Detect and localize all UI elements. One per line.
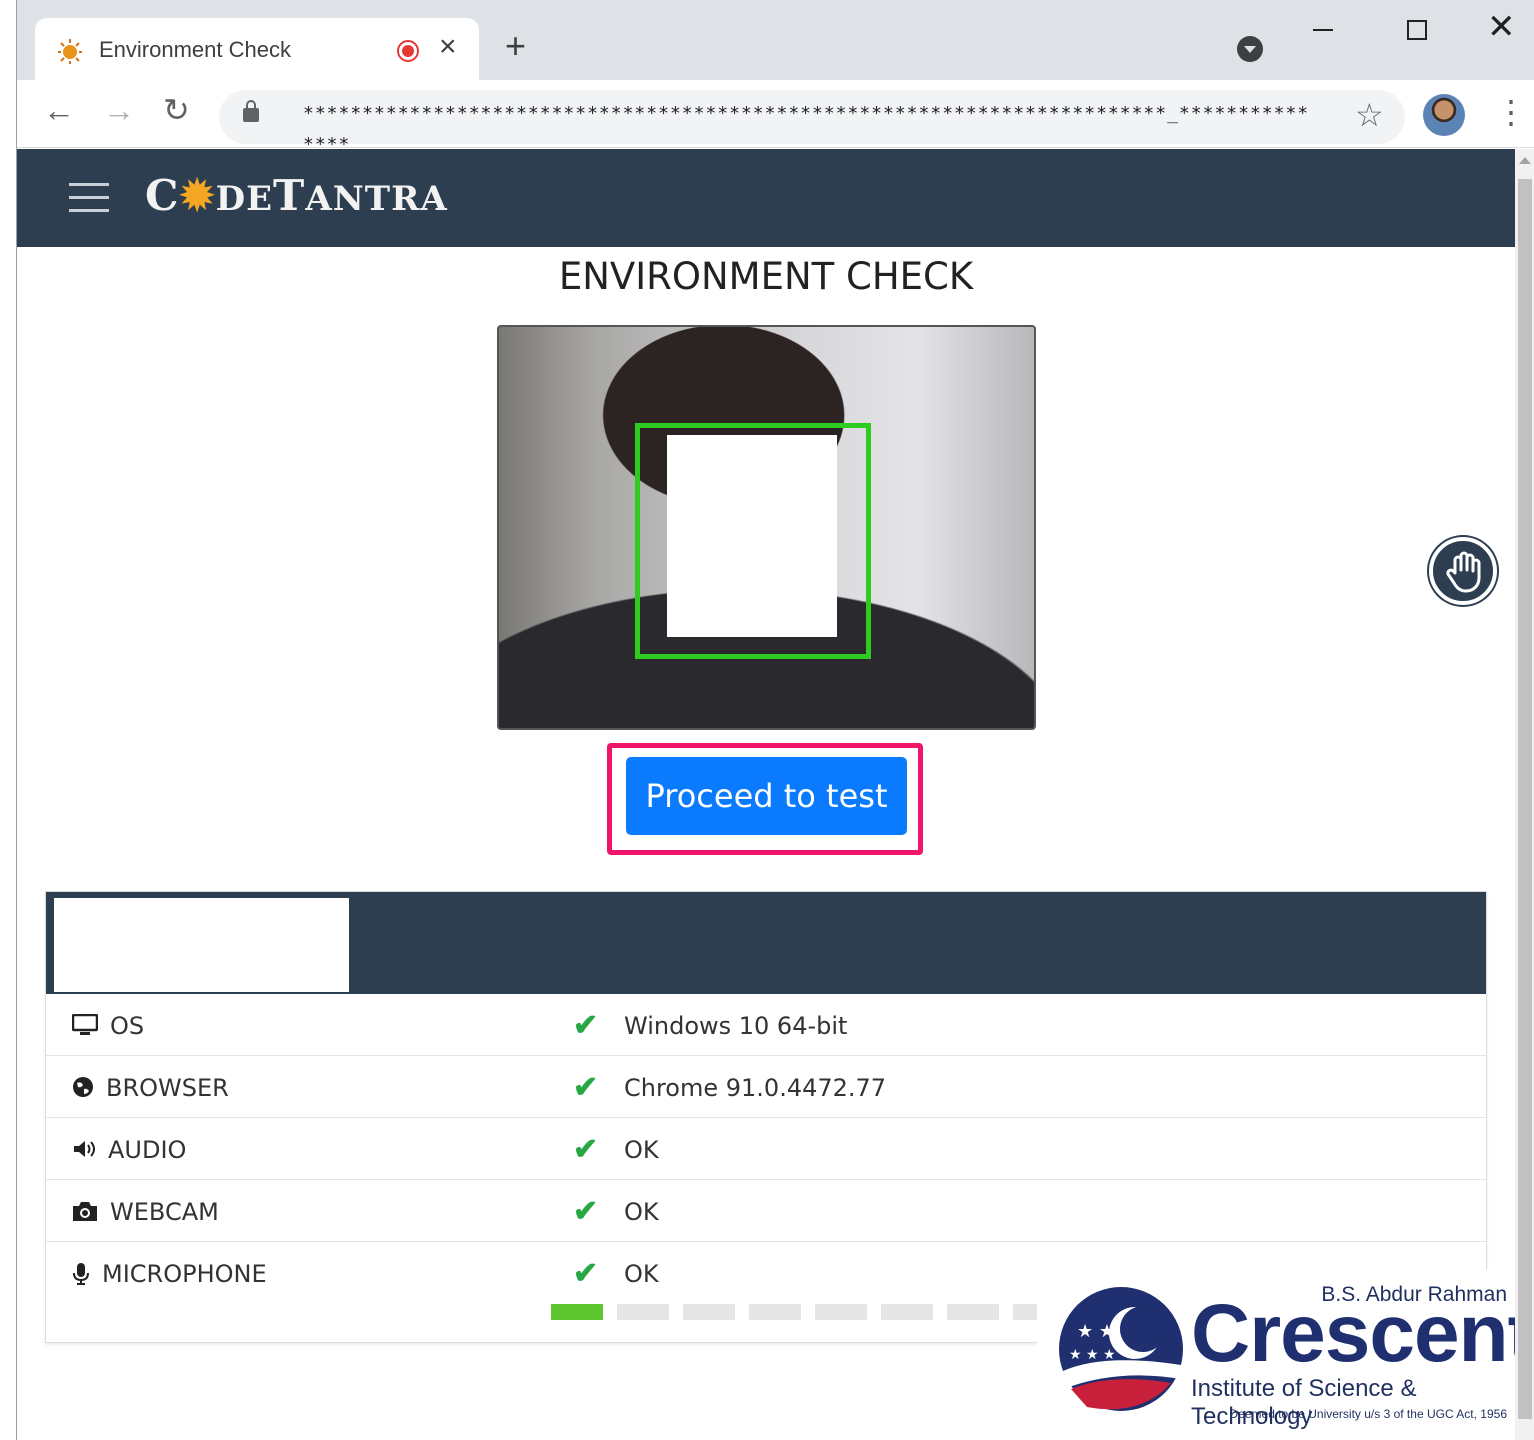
maximize-button[interactable] — [1407, 20, 1427, 40]
check-value: Chrome 91.0.4472.77 — [624, 1074, 887, 1102]
logo-fine-print: Deemed to be University u/s 3 of the UGC… — [1229, 1407, 1507, 1421]
back-icon[interactable]: ← — [43, 94, 75, 126]
logo-subtitle: Institute of Science & Technology — [1191, 1375, 1417, 1430]
page-title: ENVIRONMENT CHECK — [558, 255, 974, 298]
forward-icon[interactable]: → — [103, 94, 135, 126]
level-segment — [749, 1304, 801, 1320]
tab-title: Environment Check — [99, 37, 291, 62]
check-value: OK — [624, 1136, 659, 1164]
check-row-webcam: WEBCAM ✔ OK — [46, 1180, 1486, 1242]
lock-icon[interactable] — [243, 100, 259, 122]
address-bar[interactable]: ****************************************… — [219, 90, 1405, 155]
bookmark-star-icon[interactable]: ☆ — [1355, 96, 1384, 134]
face-detection-box — [635, 423, 871, 659]
recording-indicator-icon — [397, 40, 419, 62]
app-navbar: C✹DETANTRA — [17, 149, 1515, 247]
check-ok-icon: ✔ — [573, 1009, 599, 1042]
check-value: OK — [624, 1260, 659, 1288]
camera-icon — [73, 1202, 97, 1221]
level-segment — [617, 1304, 669, 1320]
card-header — [46, 892, 1486, 994]
proceed-to-test-button[interactable]: Proceed to test — [626, 757, 907, 835]
level-segment — [881, 1304, 933, 1320]
page-scrollbar[interactable] — [1515, 149, 1534, 1440]
check-label: BROWSER — [106, 1074, 229, 1102]
new-tab-button[interactable]: + — [505, 28, 526, 64]
check-row-audio: AUDIO ✔ OK — [46, 1118, 1486, 1180]
tab-strip: Environment Check × + ✕ — [17, 0, 1534, 80]
check-ok-icon: ✔ — [573, 1071, 599, 1104]
monitor-icon — [72, 1014, 98, 1035]
check-value: OK — [624, 1198, 659, 1226]
check-ok-icon: ✔ — [573, 1133, 599, 1166]
tab-close-icon[interactable]: × — [439, 32, 457, 62]
check-row-browser: BROWSER ✔ Chrome 91.0.4472.77 — [46, 1056, 1486, 1118]
check-ok-icon: ✔ — [573, 1195, 599, 1228]
speaker-icon — [74, 1141, 95, 1157]
check-row-os: OS ✔ Windows 10 64-bit — [46, 994, 1486, 1056]
codetantra-logo: C✹DETANTRA — [145, 171, 448, 220]
crescent-institute-logo: ★ ★ ★ ★ ★ B.S. Abdur Rahman Crescent Ins… — [1037, 1269, 1515, 1440]
check-ok-icon: ✔ — [573, 1257, 599, 1290]
page-content: C✹DETANTRA ENVIRONMENT CHECK Proceed to … — [17, 149, 1515, 1440]
browser-toolbar: ← → ↻ **********************************… — [17, 80, 1534, 155]
crescent-globe-icon: ★ ★ ★ ★ ★ — [1059, 1287, 1183, 1411]
card-header-redaction — [54, 898, 349, 992]
profile-avatar[interactable] — [1423, 94, 1465, 136]
scrollbar-thumb[interactable] — [1518, 179, 1532, 1419]
svg-text:★ ★: ★ ★ — [1077, 1321, 1115, 1342]
level-segment — [815, 1304, 867, 1320]
svg-text:★ ★ ★: ★ ★ ★ — [1069, 1347, 1116, 1363]
globe-icon — [73, 1077, 93, 1097]
window-close-button[interactable]: ✕ — [1487, 10, 1516, 44]
microphone-icon — [73, 1263, 89, 1285]
hand-icon — [1446, 551, 1481, 593]
browser-tab[interactable]: Environment Check × — [35, 18, 479, 80]
logo-name: Crescent — [1191, 1288, 1515, 1379]
tab-search-icon[interactable] — [1237, 36, 1263, 62]
browser-window: Environment Check × + ✕ ← → ↻ **********… — [16, 0, 1534, 1440]
check-label: MICROPHONE — [102, 1260, 267, 1288]
check-value: Windows 10 64-bit — [624, 1012, 848, 1040]
level-segment — [551, 1304, 603, 1320]
scroll-up-icon[interactable] — [1519, 157, 1531, 164]
minimize-button[interactable] — [1313, 29, 1333, 31]
hamburger-menu-icon[interactable] — [69, 183, 109, 215]
sun-favicon-icon — [58, 39, 82, 64]
check-label: WEBCAM — [110, 1198, 219, 1226]
check-label: AUDIO — [108, 1136, 187, 1164]
raise-hand-button[interactable] — [1429, 537, 1497, 605]
reload-icon[interactable]: ↻ — [163, 94, 190, 126]
level-segment — [683, 1304, 735, 1320]
webcam-preview — [497, 325, 1036, 730]
browser-menu-icon[interactable]: ⋮ — [1495, 96, 1527, 128]
level-segment — [947, 1304, 999, 1320]
check-label: OS — [110, 1012, 145, 1040]
